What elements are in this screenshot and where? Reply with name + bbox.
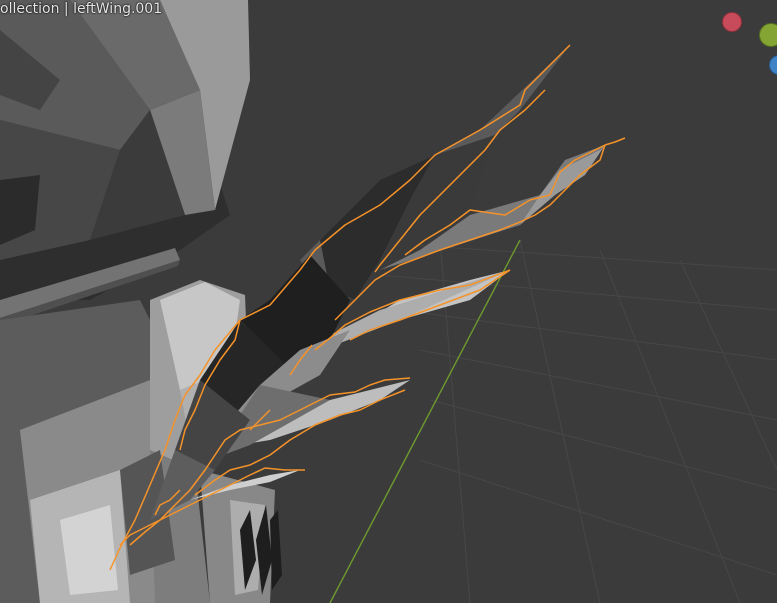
- 3d-viewport[interactable]: ollection | leftWing.001: [0, 0, 777, 603]
- y-axis-gizmo-icon[interactable]: [759, 23, 777, 47]
- x-axis-gizmo-icon[interactable]: [722, 12, 742, 32]
- viewport-header-text: ollection | leftWing.001: [0, 1, 163, 17]
- viewport-scene[interactable]: [0, 0, 777, 603]
- floor-grid: [339, 239, 777, 603]
- navigation-gizmo[interactable]: [717, 0, 777, 80]
- z-axis-gizmo-icon[interactable]: [769, 55, 777, 75]
